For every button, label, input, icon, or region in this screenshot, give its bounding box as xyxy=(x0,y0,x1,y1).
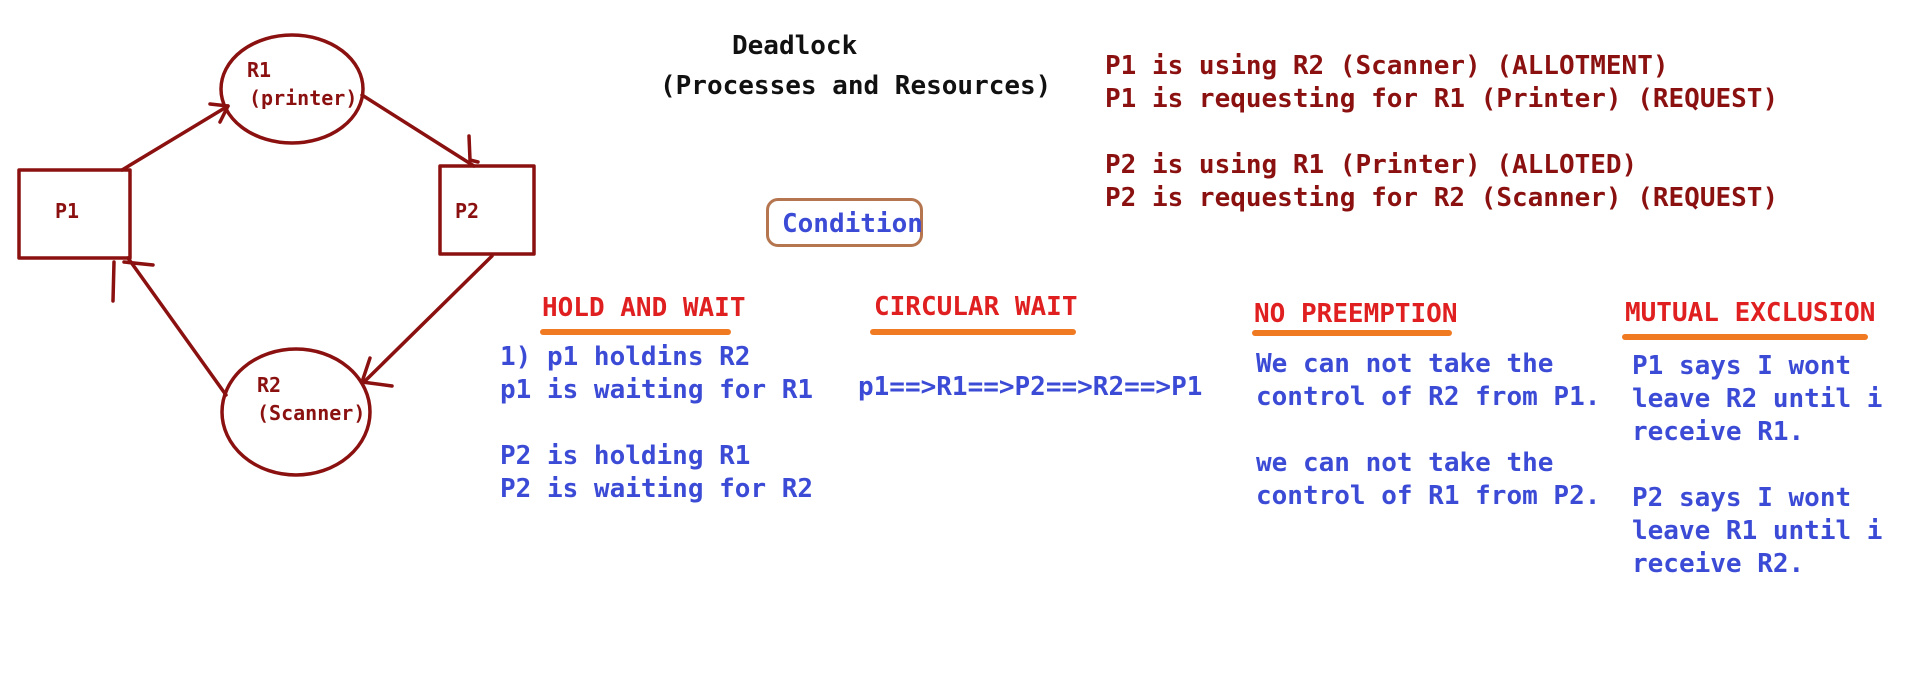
hold-and-wait-underline xyxy=(540,329,731,335)
p2-label: P2 xyxy=(455,199,479,223)
page-title: Deadlock xyxy=(732,31,858,61)
edge-r2-to-p1 xyxy=(126,256,228,397)
no-preemption-heading: NO PREEMPTION xyxy=(1254,299,1458,329)
r1-name-label: R1 xyxy=(247,58,271,82)
r2-name-label: R2 xyxy=(257,373,281,397)
page-subtitle: (Processes and Resources) xyxy=(660,71,1052,101)
arrowhead-p2-to-r2 xyxy=(360,356,394,388)
hold-and-wait-heading: HOLD AND WAIT xyxy=(542,293,746,323)
condition-label: Condition xyxy=(782,209,923,239)
arrowhead-r1-to-p2 xyxy=(467,134,480,164)
no-preemption-text: We can not take the control of R2 from P… xyxy=(1256,349,1601,511)
mutual-exclusion-text: P1 says I wont leave R2 until i receive … xyxy=(1632,351,1883,579)
edge-p1-to-r1 xyxy=(120,104,230,172)
mutual-exclusion-underline xyxy=(1622,334,1868,340)
allocation-statements: P1 is using R2 (Scanner) (ALLOTMENT) P1 … xyxy=(1105,51,1779,213)
no-preemption-underline xyxy=(1252,330,1452,336)
r1-type-label: (printer) xyxy=(249,86,357,110)
hold-and-wait-text: 1) p1 holdins R2 p1 is waiting for R1 P2… xyxy=(500,342,814,504)
p1-label: P1 xyxy=(55,199,79,223)
edge-r1-to-p2 xyxy=(360,93,476,168)
r2-type-label: (Scanner) xyxy=(257,401,365,425)
mutual-exclusion-heading: MUTUAL EXCLUSION xyxy=(1625,298,1876,328)
circular-wait-underline xyxy=(870,329,1076,335)
edge-p2-to-r2 xyxy=(362,254,494,384)
circular-wait-heading: CIRCULAR WAIT xyxy=(874,292,1078,322)
circular-wait-text: p1==>R1==>P2==>R2==>P1 xyxy=(858,372,1203,402)
